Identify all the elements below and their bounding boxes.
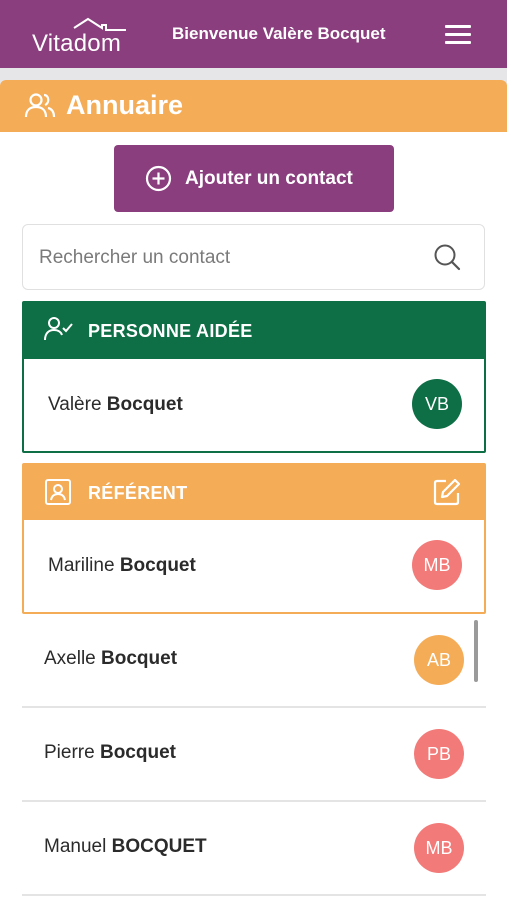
contact-first-name: Mariline (48, 555, 115, 576)
contact-row[interactable]: Pierre Bocquet PB (22, 708, 486, 802)
people-icon (24, 93, 56, 118)
search-input[interactable] (39, 241, 429, 275)
section-header-referent: RÉFÉRENT (24, 465, 484, 520)
scrollbar[interactable] (474, 620, 478, 682)
directory-card: Annuaire Ajouter un contact PERSONNE AID… (0, 80, 507, 900)
page-header: Annuaire (0, 80, 507, 132)
section-label-referent: RÉFÉRENT (88, 483, 188, 503)
contact-name: Mariline Bocquet (48, 555, 196, 577)
welcome-message: Bienvenue Valère Bocquet (172, 24, 386, 43)
avatar: AB (414, 635, 464, 685)
contact-last-name: Bocquet (99, 742, 176, 763)
contact-last-name: Bocquet (119, 555, 196, 576)
avatar: PB (414, 729, 464, 779)
top-bar: Vitadom Bienvenue Valère Bocquet (0, 0, 507, 68)
add-contact-label: Ajouter un contact (185, 168, 353, 189)
page-title: Annuaire (66, 90, 184, 120)
logo-text: Vitadom (32, 30, 122, 57)
contact-name: Pierre Bocquet (44, 742, 176, 764)
contact-name: Manuel BOCQUET (44, 836, 207, 858)
plus-circle-icon (145, 165, 172, 192)
contact-row-referent[interactable]: Mariline Bocquet MB (24, 520, 484, 612)
vitadom-logo[interactable]: Vitadom (30, 14, 130, 57)
avatar: VB (412, 379, 462, 429)
contact-name: Valère Bocquet (48, 394, 183, 416)
section-label-aidee: PERSONNE AIDÉE (88, 321, 253, 341)
user-check-icon (44, 317, 73, 341)
contact-row[interactable]: Axelle Bocquet AB (22, 614, 486, 708)
search-box (22, 224, 485, 290)
add-contact-button[interactable]: Ajouter un contact (114, 145, 394, 212)
contact-name: Axelle Bocquet (44, 648, 177, 670)
section-referent: RÉFÉRENT Mariline Bocquet MB (22, 463, 486, 614)
contact-row[interactable]: Manuel BOCQUET MB (22, 802, 486, 896)
hamburger-menu-icon[interactable] (440, 20, 476, 48)
search-icon[interactable] (432, 242, 462, 272)
contact-first-name: Pierre (44, 742, 95, 763)
contact-last-name: BOCQUET (111, 836, 207, 857)
contact-first-name: Valère (48, 394, 102, 415)
contact-last-name: Bocquet (106, 394, 183, 415)
section-header-aidee: PERSONNE AIDÉE (24, 303, 484, 359)
contact-row-aidee[interactable]: Valère Bocquet VB (24, 359, 484, 451)
edit-icon[interactable] (432, 477, 462, 507)
contact-card-icon (45, 479, 71, 505)
contact-first-name: Axelle (44, 648, 96, 669)
section-personne-aidee: PERSONNE AIDÉE Valère Bocquet VB (22, 301, 486, 453)
contact-first-name: Manuel (44, 836, 107, 857)
avatar: MB (412, 540, 462, 590)
avatar: MB (414, 823, 464, 873)
contact-last-name: Bocquet (101, 648, 178, 669)
